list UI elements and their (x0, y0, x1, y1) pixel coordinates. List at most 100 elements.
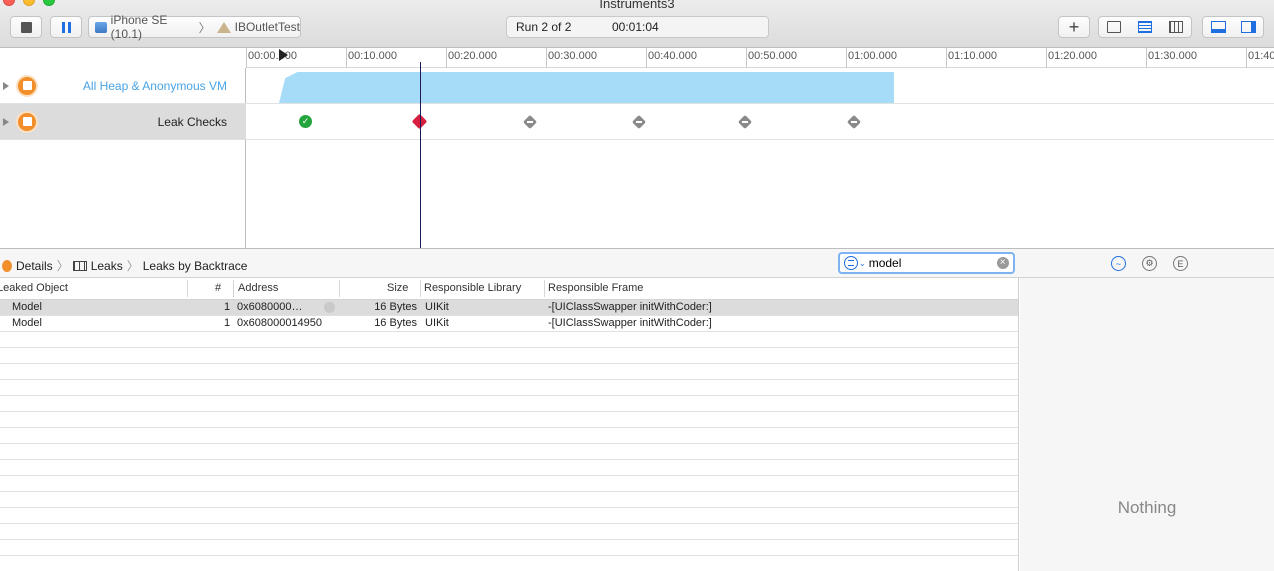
ruler-tick: 00:00.000 (246, 48, 297, 68)
filter-input[interactable] (868, 256, 997, 270)
cell-count: 1 (224, 317, 231, 329)
inspector-tabs: ~ ⚙ E (1111, 256, 1188, 271)
allocations-lane[interactable] (246, 68, 1274, 104)
details-icon (2, 259, 12, 272)
ruler-tick: 00:10.000 (346, 48, 397, 68)
go-to-address-icon[interactable] (324, 302, 335, 313)
leaks-instrument-icon (16, 110, 38, 133)
filter-field[interactable]: ⌄ × (838, 252, 1015, 274)
filter-icon[interactable] (844, 256, 858, 270)
ruler-tick: 01:20.000 (1046, 48, 1097, 68)
cell-library: UIKit (425, 301, 449, 313)
empty-row (0, 476, 1018, 492)
ruler-tick: 01:10.000 (946, 48, 997, 68)
cell-count: 1 (224, 301, 231, 313)
leaks-table: Leaked Object # Address Size Responsible… (0, 278, 1019, 571)
timeline-ruler[interactable]: 00:00.000 00:10.000 00:20.000 00:30.000 … (246, 48, 1274, 68)
empty-row (0, 364, 1018, 380)
allocations-instrument-icon (16, 74, 38, 97)
leak-check-none-icon[interactable] (631, 114, 647, 130)
playhead-start-icon[interactable] (279, 49, 288, 61)
app-target-icon (216, 21, 231, 33)
pause-recording-button[interactable] (50, 16, 82, 38)
toggle-detail-area-icon[interactable] (1210, 21, 1226, 33)
track-lanes[interactable]: ✓ (246, 68, 1274, 248)
breadcrumb-view[interactable]: Leaks by Backtrace (143, 259, 248, 273)
col-frame[interactable]: Responsible Frame (548, 282, 643, 294)
chevron-right-icon: 〉 (56, 259, 69, 273)
table-row[interactable]: Model 1 0x608000014950 16 Bytes UIKit -[… (0, 316, 1018, 332)
clear-filter-icon[interactable]: × (996, 257, 1009, 269)
panel-toggle-group (1202, 16, 1264, 38)
strategy-instruments-icon[interactable] (1137, 21, 1152, 33)
ruler-tick: 00:50.000 (746, 48, 797, 68)
strategy-cpu-icon[interactable] (1107, 21, 1122, 33)
empty-row (0, 412, 1018, 428)
stop-icon (20, 21, 32, 33)
track-leaks[interactable]: Leak Checks (0, 104, 246, 140)
leak-check-none-icon[interactable] (846, 114, 862, 130)
leak-check-none-icon[interactable] (737, 114, 753, 130)
cell-address: 0x6080000… (237, 301, 303, 313)
disclosure-triangle-icon[interactable] (3, 81, 9, 90)
col-size[interactable]: Size (387, 282, 408, 294)
track-allocations[interactable]: All Heap & Anonymous VM (0, 68, 246, 104)
add-instrument-button[interactable]: + (1058, 16, 1090, 38)
target-selector[interactable]: iPhone SE (10.1) 〉 IBOutletTest (88, 13, 301, 41)
breadcrumb-leaks[interactable]: Leaks (91, 259, 123, 273)
cell-library: UIKit (425, 317, 449, 329)
col-leaked-object[interactable]: Leaked Object (0, 282, 68, 294)
view-mode-group (1098, 16, 1192, 38)
chevron-right-icon: 〉 (126, 259, 139, 273)
cell-frame: -[UIClassSwapper initWithCoder:] (548, 301, 712, 313)
col-library[interactable]: Responsible Library (424, 282, 521, 294)
instrument-list: All Heap & Anonymous VM Leak Checks (0, 68, 246, 248)
pause-icon (61, 21, 71, 33)
leak-check-ok-icon[interactable]: ✓ (299, 115, 312, 128)
leak-check-none-icon[interactable] (522, 114, 538, 130)
run-status[interactable]: Run 2 of 2 00:01:04 (506, 16, 769, 38)
inspector-empty-label: Nothing (1117, 498, 1177, 517)
leaks-lane[interactable]: ✓ (246, 104, 1274, 140)
run-label: Run 2 of 2 (516, 20, 572, 34)
breadcrumb: Details 〉 Leaks 〉 Leaks by Backtrace (2, 257, 247, 274)
cell-size: 16 Bytes (374, 317, 417, 329)
stop-recording-button[interactable] (10, 16, 42, 38)
iphone-device-icon (95, 21, 107, 33)
col-count[interactable]: # (215, 282, 221, 294)
empty-row (0, 396, 1018, 412)
empty-row (0, 332, 1018, 348)
col-address[interactable]: Address (238, 282, 278, 294)
cell-frame: -[UIClassSwapper initWithCoder:] (548, 317, 712, 329)
settings-gear-icon[interactable]: ⚙ (1142, 256, 1157, 271)
detail-jump-bar: Details 〉 Leaks 〉 Leaks by Backtrace ⌄ ×… (0, 248, 1274, 278)
empty-row (0, 460, 1018, 476)
breadcrumb-details[interactable]: Details (16, 259, 53, 273)
ruler-tick: 00:30.000 (546, 48, 597, 68)
empty-row (0, 348, 1018, 364)
chevron-right-icon: 〉 (198, 20, 211, 35)
chevron-down-icon[interactable]: ⌄ (859, 259, 866, 268)
ruler-tick: 00:40.000 (646, 48, 697, 68)
cell-object: Model (12, 301, 42, 313)
target-label: IBOutletTest (234, 20, 300, 34)
toggle-inspector-icon[interactable] (1240, 21, 1256, 33)
table-row[interactable]: Model 1 0x6080000… 16 Bytes UIKit -[UICl… (0, 300, 1018, 316)
cell-address: 0x608000014950 (237, 317, 323, 329)
info-icon[interactable]: E (1173, 256, 1188, 271)
cell-object: Model (12, 317, 42, 329)
extended-detail-icon[interactable]: ~ (1111, 256, 1126, 271)
playhead-line[interactable] (420, 62, 421, 248)
ruler-tick: 01:40 (1246, 48, 1274, 68)
empty-row (0, 508, 1018, 524)
device-label: iPhone SE (10.1) (110, 13, 168, 41)
plus-icon: + (1068, 16, 1080, 37)
heap-graph (279, 72, 894, 103)
empty-row (0, 540, 1018, 556)
empty-row (0, 444, 1018, 460)
strategy-threads-icon[interactable] (1168, 21, 1183, 33)
empty-row (0, 492, 1018, 508)
toolbar: Instruments3 iPhone SE (10.1) 〉 IBOutlet… (0, 0, 1274, 48)
empty-row (0, 380, 1018, 396)
disclosure-triangle-icon[interactable] (3, 117, 9, 126)
